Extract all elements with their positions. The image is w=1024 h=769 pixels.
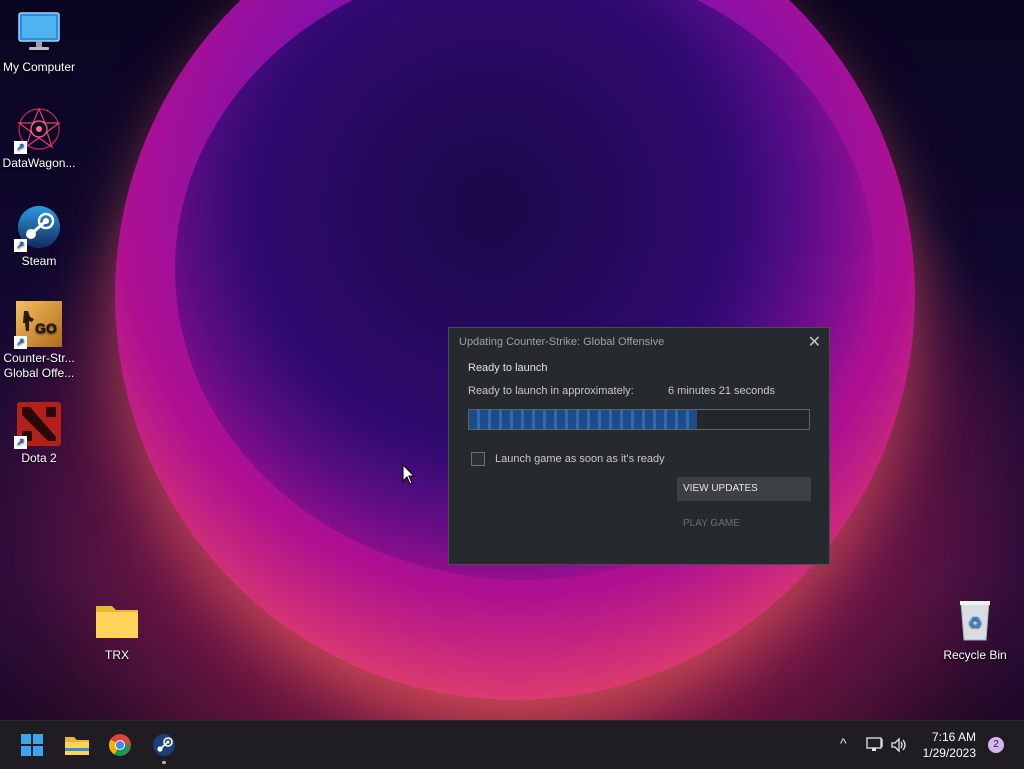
desktop-icon-label: Steam	[21, 254, 57, 268]
running-indicator	[162, 761, 166, 764]
clock-time: 7:16 AM	[931, 730, 976, 744]
start-icon[interactable]	[20, 733, 44, 757]
svg-text:♻: ♻	[968, 613, 982, 632]
shortcut-arrow-icon: ↗	[14, 436, 27, 449]
launch-when-ready-checkbox[interactable]	[471, 452, 485, 466]
notification-badge[interactable]: 2	[988, 737, 1004, 753]
volume-icon[interactable]	[890, 736, 908, 757]
desktop-icon-recycle-bin[interactable]: ♻ Recycle Bin	[937, 598, 1013, 663]
system-tray: ^	[836, 721, 916, 769]
desktop-icon-label: Counter-Str... Global Offe...	[3, 351, 75, 380]
view-updates-button[interactable]: VIEW UPDATES	[677, 477, 811, 501]
update-progress-bar	[468, 409, 810, 430]
monitor-icon	[16, 10, 62, 56]
progress-fill	[469, 410, 697, 429]
desktop-icon-csgo[interactable]: GO ↗ Counter-Str... Global Offe...	[1, 301, 77, 381]
desktop-icon-datawagon[interactable]: ↗ DataWagon...	[1, 106, 77, 171]
clock[interactable]: 7:16 AM 1/29/2023	[923, 729, 976, 761]
desktop-icon-label: My Computer	[2, 60, 76, 74]
launch-when-ready-label[interactable]: Launch game as soon as it's ready	[495, 453, 665, 465]
shortcut-arrow-icon: ↗	[14, 239, 27, 252]
steam-icon[interactable]	[152, 733, 176, 764]
eta-value: 6 minutes 21 seconds	[668, 385, 776, 397]
csgo-logo-icon: GO ↗	[14, 301, 62, 349]
status-text: Ready to launch	[468, 362, 548, 374]
desktop-icon-trx-folder[interactable]: TRX	[79, 598, 155, 663]
update-dialog: Updating Counter-Strike: Global Offensiv…	[448, 327, 830, 565]
desktop-icon-label: Recycle Bin	[943, 648, 1007, 662]
folder-icon	[94, 598, 140, 644]
dialog-title: Updating Counter-Strike: Global Offensiv…	[459, 336, 665, 348]
shortcut-arrow-icon: ↗	[14, 336, 27, 349]
taskbar: ^ 7:16 AM 1/29/2023 2	[0, 720, 1024, 769]
desktop-icon-my-computer[interactable]: My Computer	[1, 10, 77, 75]
shortcut-arrow-icon: ↗	[14, 141, 27, 154]
close-icon[interactable]: ✕	[808, 332, 821, 352]
desktop-icon-label: Dota 2	[21, 451, 57, 465]
svg-text:GO: GO	[35, 320, 57, 336]
eta-label: Ready to launch in approximately:	[468, 385, 634, 397]
network-icon[interactable]	[866, 737, 884, 756]
desktop-icon-label: DataWagon...	[2, 156, 76, 170]
dota2-logo-icon: ↗	[14, 401, 62, 449]
play-game-button[interactable]: PLAY GAME	[677, 512, 811, 536]
chrome-icon[interactable]	[108, 733, 132, 757]
clock-date: 1/29/2023	[922, 746, 976, 760]
file-explorer-icon[interactable]	[64, 733, 89, 757]
datawagon-logo-icon: ↗	[14, 106, 62, 154]
recycle-bin-icon: ♻	[952, 598, 998, 644]
steam-logo-icon: ↗	[14, 204, 62, 252]
desktop-icon-label: TRX	[105, 648, 129, 662]
desktop-icon-dota2[interactable]: ↗ Dota 2	[1, 401, 77, 466]
chevron-up-icon[interactable]: ^	[840, 735, 847, 751]
mouse-cursor-icon	[402, 463, 416, 491]
desktop-icon-steam[interactable]: ↗ Steam	[1, 204, 77, 269]
